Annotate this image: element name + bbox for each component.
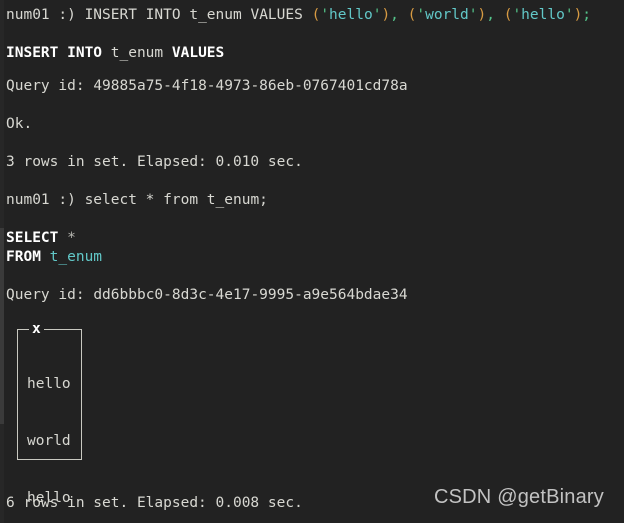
stats-line-2: 6 rows in set. Elapsed: 0.008 sec. (6, 495, 303, 511)
close-paren-3: ) (573, 7, 583, 23)
quote-close-3: ' (564, 7, 574, 23)
echo-table-name: t_enum (110, 45, 164, 61)
echo-keyword-select: SELECT (6, 230, 59, 246)
vertical-scrollbar-thumb[interactable] (0, 228, 4, 424)
string-value-2: world (425, 7, 469, 23)
echo-keyword-from: FROM (6, 249, 41, 265)
table-row: world (27, 433, 71, 449)
shell-prompt-2: num01 :) (6, 192, 85, 208)
quote-close-2: ' (468, 7, 478, 23)
echo-select-line: SELECT * (6, 229, 76, 248)
quote-open-3: ' (512, 7, 522, 23)
query-id-label-1: Query id: (6, 78, 94, 94)
quote-open-2: ' (416, 7, 426, 23)
open-paren-1: ( (311, 7, 321, 23)
stats-line-1: 3 rows in set. Elapsed: 0.010 sec. (6, 154, 303, 170)
terminal-window: num01 :) INSERT INTO t_enum VALUES ('hel… (0, 0, 624, 523)
csdn-watermark: CSDN @getBinary (433, 486, 604, 508)
query-id-label-2: Query id: (6, 287, 94, 303)
close-paren-2: ) (477, 7, 487, 23)
comma-2: , (486, 7, 504, 23)
query-id-value-1: 49885a75-4f18-4973-86eb-0767401cd78a (93, 78, 408, 94)
statement-terminator-1: ; (582, 7, 592, 23)
echo-from-table-name: t_enum (49, 249, 103, 265)
echo-keyword-values: VALUES (171, 45, 225, 61)
query-id-value-2: dd6bbbc0-8d3c-4e17-9995-a9e564bdae34 (93, 287, 408, 303)
result-table: x hello world hello hello world hello (17, 321, 82, 506)
shell-prompt: num01 :) (6, 7, 85, 23)
echo-insert-statement: INSERT INTO t_enum VALUES (6, 44, 224, 63)
vertical-scrollbar-track[interactable] (0, 0, 4, 523)
result-table-column-header: x (29, 321, 44, 337)
query-id-line-2: Query id: dd6bbbc0-8d3c-4e17-9995-a9e564… (6, 286, 408, 305)
ok-status-line: Ok. (6, 116, 33, 132)
select-command-text: select * from t_enum; (84, 192, 268, 208)
sql-keyword-insert-into: INSERT INTO (84, 7, 190, 23)
echo-from-line: FROM t_enum (6, 248, 102, 267)
sql-keyword-values: VALUES (241, 7, 312, 23)
table-row: hello (27, 376, 71, 392)
string-value-1: hello (329, 7, 373, 23)
comma-1: , (390, 7, 408, 23)
close-paren-1: ) (381, 7, 391, 23)
sql-table-name: t_enum (189, 7, 242, 23)
query-id-line-1: Query id: 49885a75-4f18-4973-86eb-076740… (6, 77, 408, 96)
echo-select-star: * (67, 230, 76, 246)
quote-open-1: ' (320, 7, 330, 23)
string-value-3: hello (521, 7, 565, 23)
prompt-line-insert: num01 :) INSERT INTO t_enum VALUES ('hel… (6, 6, 591, 25)
echo-keyword-insert-into: INSERT INTO (6, 45, 103, 61)
prompt-line-select: num01 :) select * from t_enum; (6, 191, 268, 210)
